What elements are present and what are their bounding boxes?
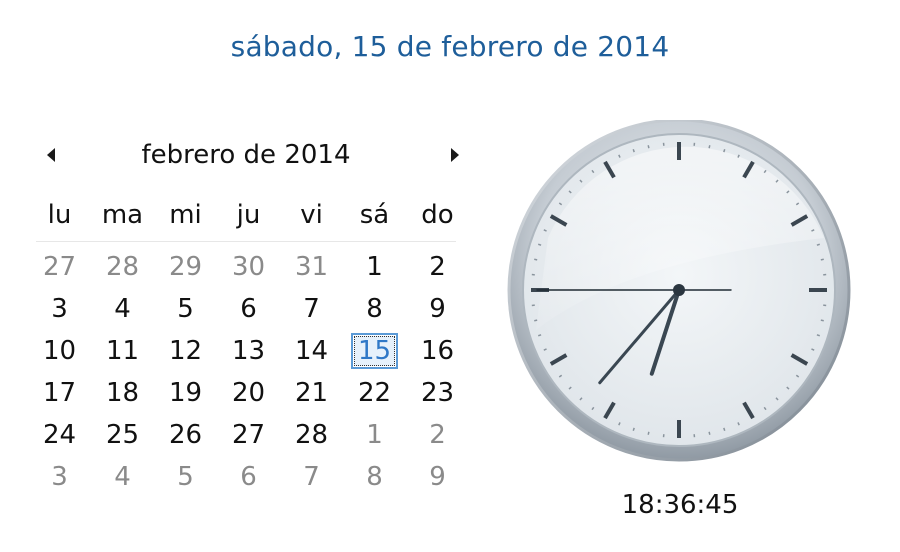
day-cell[interactable]: 23 <box>406 372 469 414</box>
day-cell[interactable]: 5 <box>154 456 217 498</box>
day-cell[interactable]: 6 <box>217 456 280 498</box>
chevron-right-icon <box>451 148 459 162</box>
day-cell[interactable]: 14 <box>280 330 343 372</box>
day-cell[interactable]: 6 <box>217 288 280 330</box>
clock-face <box>507 118 851 462</box>
day-cell[interactable]: 27 <box>28 246 91 288</box>
minute-tick <box>538 334 542 337</box>
weekday-label: ju <box>236 200 261 230</box>
day-cell[interactable]: 28 <box>91 246 154 288</box>
day-cell[interactable]: 30 <box>217 246 280 288</box>
day-grid: 27 28 29 30 31 1 2 3 4 5 6 7 8 9 10 11 12 13 14 15 16 17 18 19 2… <box>28 246 480 498</box>
weekday-label: do <box>421 200 454 230</box>
day-cell[interactable]: 2 <box>406 246 469 288</box>
day-cell[interactable]: 26 <box>154 414 217 456</box>
minute-tick <box>534 319 538 322</box>
month-title[interactable]: febrero de 2014 <box>106 140 386 170</box>
day-cell[interactable]: 29 <box>154 246 217 288</box>
clock-center-pin <box>673 284 685 296</box>
day-cell[interactable]: 4 <box>91 288 154 330</box>
minute-tick <box>723 149 726 153</box>
day-cell[interactable]: 11 <box>91 330 154 372</box>
day-cell[interactable]: 3 <box>28 288 91 330</box>
day-cell[interactable]: 7 <box>280 288 343 330</box>
day-cell[interactable]: 28 <box>280 414 343 456</box>
minute-tick <box>820 319 824 322</box>
digital-time: 18:36:45 <box>621 490 739 520</box>
minute-tick <box>538 243 542 246</box>
day-cell[interactable]: 8 <box>343 456 406 498</box>
day-cell[interactable]: 1 <box>343 246 406 288</box>
day-cell[interactable]: 18 <box>91 372 154 414</box>
day-cell[interactable]: 24 <box>28 414 91 456</box>
weekday-header-row: lu ma mi ju vi sá do <box>28 200 480 238</box>
minute-tick <box>534 258 538 261</box>
minute-tick <box>816 243 820 246</box>
chevron-left-icon <box>47 148 55 162</box>
day-cell[interactable]: 9 <box>406 288 469 330</box>
day-cell[interactable]: 10 <box>28 330 91 372</box>
minute-tick <box>632 149 635 153</box>
minute-tick <box>820 258 824 261</box>
weekday-label: sá <box>359 200 390 230</box>
minute-tick <box>723 427 726 431</box>
calendar-header: febrero de 2014 <box>28 128 480 188</box>
day-cell[interactable]: 7 <box>280 456 343 498</box>
weekday-label: mi <box>169 200 202 230</box>
day-cell[interactable]: 8 <box>343 288 406 330</box>
day-cell-today[interactable]: 15 <box>343 330 406 372</box>
weekday-divider <box>36 241 456 242</box>
minute-tick <box>708 431 711 435</box>
day-cell[interactable]: 9 <box>406 456 469 498</box>
day-cell[interactable]: 27 <box>217 414 280 456</box>
analog-clock <box>506 118 852 466</box>
weekday-label: vi <box>300 200 323 230</box>
day-cell[interactable]: 5 <box>154 288 217 330</box>
minute-tick <box>816 334 820 337</box>
day-cell[interactable]: 19 <box>154 372 217 414</box>
day-cell[interactable]: 17 <box>28 372 91 414</box>
minute-tick <box>708 145 711 149</box>
day-cell[interactable]: 20 <box>217 372 280 414</box>
day-cell[interactable]: 16 <box>406 330 469 372</box>
minute-tick <box>647 431 650 435</box>
day-cell[interactable]: 2 <box>406 414 469 456</box>
day-cell[interactable]: 21 <box>280 372 343 414</box>
day-cell[interactable]: 3 <box>28 456 91 498</box>
weekday-label: ma <box>101 200 144 230</box>
next-month-button[interactable] <box>444 144 466 166</box>
day-cell[interactable]: 4 <box>91 456 154 498</box>
day-cell[interactable]: 31 <box>280 246 343 288</box>
weekday-label: lu <box>47 200 72 230</box>
month-calendar: febrero de 2014 lu ma mi ju vi sá do 27 2… <box>28 128 480 498</box>
minute-tick <box>632 427 635 431</box>
day-cell[interactable]: 22 <box>343 372 406 414</box>
previous-month-button[interactable] <box>40 144 62 166</box>
minute-tick <box>647 145 650 149</box>
day-cell[interactable]: 1 <box>343 414 406 456</box>
day-cell[interactable]: 12 <box>154 330 217 372</box>
day-cell[interactable]: 25 <box>91 414 154 456</box>
long-date-link[interactable]: sábado, 15 de febrero de 2014 <box>0 30 900 63</box>
day-cell[interactable]: 13 <box>217 330 280 372</box>
